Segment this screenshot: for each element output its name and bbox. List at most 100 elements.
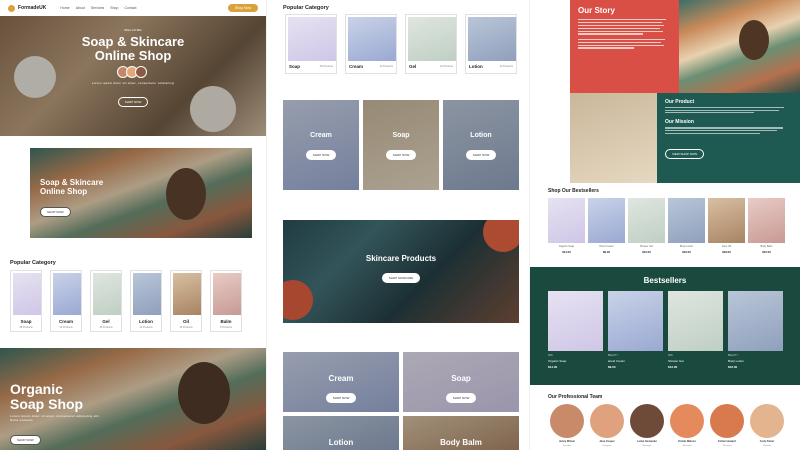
tile-label: Cream bbox=[328, 374, 354, 383]
team-member-role: Chemist bbox=[762, 445, 772, 447]
team-member-role: Founder bbox=[562, 445, 572, 447]
text-line bbox=[578, 30, 663, 32]
tile-label: Body Balm bbox=[440, 438, 482, 447]
balm-thumb bbox=[213, 273, 241, 315]
product-image bbox=[570, 93, 657, 183]
team-member-name: Cody Fisher bbox=[759, 440, 775, 443]
gel-thumb bbox=[408, 17, 456, 61]
logo-mark-icon bbox=[8, 4, 15, 12]
column-middle: Popular Category Soap 48 Products Cream … bbox=[266, 0, 530, 450]
category-count: 10 Products bbox=[99, 326, 113, 329]
text-line bbox=[578, 19, 667, 21]
category-count: 8 Products bbox=[220, 326, 232, 329]
product-price: $16.00 bbox=[728, 365, 738, 369]
story-image bbox=[679, 0, 800, 93]
category-card-oil[interactable]: Oil 15 Products bbox=[170, 270, 202, 332]
tile-shop-button[interactable]: SHOP NOW bbox=[305, 150, 337, 160]
avatar[interactable] bbox=[750, 404, 784, 438]
organic-shop-button[interactable]: SHOP NOW bbox=[10, 435, 41, 445]
avatar bbox=[134, 66, 147, 78]
bestseller-card[interactable]: Body Lotion $16.00 bbox=[668, 198, 705, 256]
product-price: $12.00 bbox=[668, 365, 678, 369]
team-member-name: Kristin Watson bbox=[678, 440, 696, 443]
nav-link-services[interactable]: Services bbox=[91, 6, 104, 10]
avatar[interactable] bbox=[590, 404, 624, 438]
our-product-panel: Our Product Our Mission VIEW SHOP NOW bbox=[657, 93, 800, 183]
product-price: $18.00 bbox=[722, 250, 731, 254]
category-card-soap[interactable]: Soap 48 Products bbox=[10, 270, 42, 332]
category-card-lotion[interactable]: Lotion 12 Products bbox=[465, 14, 517, 74]
text-line bbox=[578, 33, 644, 35]
bestseller-card[interactable]: Hand Cream $9.00 bbox=[588, 198, 625, 256]
nav-link-contact[interactable]: Contact bbox=[124, 6, 136, 10]
product-thumb bbox=[728, 291, 783, 351]
tile-label: Lotion bbox=[328, 438, 354, 447]
bestseller-card[interactable]: Body Balm $15.00 bbox=[748, 198, 785, 256]
bestseller-card[interactable]: SPA Shower Gel $12.00 bbox=[668, 291, 723, 375]
category-card-cream[interactable]: Cream 12 Products bbox=[50, 270, 82, 332]
brand-logo[interactable]: FormadeUK bbox=[8, 4, 46, 12]
category-label: Lotion bbox=[469, 64, 483, 69]
product-thumb bbox=[668, 291, 723, 351]
nav-link-shop[interactable]: Shop bbox=[110, 6, 118, 10]
team-member-role: Manager bbox=[642, 445, 652, 447]
column-left: FormadeUK Home About Services Shop Conta… bbox=[0, 0, 266, 450]
category-card-soap[interactable]: Soap 48 Products bbox=[285, 14, 337, 74]
text-line bbox=[665, 127, 784, 129]
cream-thumb bbox=[53, 273, 81, 315]
category-label: Cream bbox=[58, 319, 73, 324]
avatar[interactable] bbox=[630, 404, 664, 438]
tile-shop-button[interactable]: SHOP NOW bbox=[385, 150, 417, 160]
bestseller-card[interactable]: Shower Gel $12.00 bbox=[628, 198, 665, 256]
category-card-cream[interactable]: Cream 12 Products bbox=[345, 14, 397, 74]
product-thumb bbox=[628, 198, 665, 243]
nav-link-home[interactable]: Home bbox=[60, 6, 69, 10]
category-count: 12 Products bbox=[59, 326, 73, 329]
grapefruit-shape bbox=[283, 280, 313, 320]
category-label: Soap bbox=[20, 319, 32, 324]
gel-thumb bbox=[93, 273, 121, 315]
hero-shop-button[interactable]: SHOP NOW bbox=[117, 97, 149, 107]
category-label: Lotion bbox=[139, 319, 153, 324]
bestseller-card[interactable]: BEAUTY Hand Cream $9.00 bbox=[608, 291, 663, 375]
hero-eyebrow: WELCOME bbox=[124, 28, 142, 32]
category-card-gel[interactable]: Gel 10 Products bbox=[405, 14, 457, 74]
bestsellers-small-title: Shop Our Bestsellers bbox=[548, 188, 599, 194]
category-count: 12 Products bbox=[139, 326, 153, 329]
category-card-gel[interactable]: Gel 10 Products bbox=[90, 270, 122, 332]
avatar[interactable] bbox=[550, 404, 584, 438]
tile-shop-button[interactable]: SHOP NOW bbox=[445, 393, 477, 403]
soap-thumb bbox=[13, 273, 41, 315]
team-member-name: Jane Cooper bbox=[599, 440, 615, 443]
hero-avatars bbox=[40, 66, 226, 78]
bestseller-card[interactable]: BEAUTY Body Lotion $16.00 bbox=[728, 291, 783, 375]
product-category: SPA bbox=[668, 354, 673, 357]
product-thumb bbox=[668, 198, 705, 243]
shop-now-button[interactable]: Shop Now bbox=[227, 4, 258, 12]
banner-title-line1: Soap & Skincare bbox=[40, 178, 104, 187]
banner-shop-button[interactable]: SHOP NOW bbox=[40, 207, 71, 217]
tile-shop-button[interactable]: SHOP NOW bbox=[325, 393, 357, 403]
category-card-lotion[interactable]: Lotion 12 Products bbox=[130, 270, 162, 332]
pinecone-shape bbox=[178, 362, 230, 424]
category-label: Soap bbox=[289, 64, 301, 69]
tile-shop-button[interactable]: SHOP NOW bbox=[465, 150, 497, 160]
tile-label: Lotion bbox=[470, 132, 492, 139]
cream-thumb bbox=[348, 17, 396, 61]
product-thumb bbox=[588, 198, 625, 243]
hero-content: WELCOME Soap & Skincare Online Shop Lore… bbox=[40, 28, 226, 108]
product-thumb bbox=[548, 291, 603, 351]
bestseller-card[interactable]: Face Oil $18.00 bbox=[708, 198, 745, 256]
avatar[interactable] bbox=[710, 404, 744, 438]
skincare-shop-button[interactable]: SHOP SKINCARE bbox=[381, 273, 421, 283]
category-count: 15 Products bbox=[179, 326, 193, 329]
skincare-banner-title: Skincare Products bbox=[365, 254, 437, 263]
bestseller-card[interactable]: SPA Organic Soap $14.00 bbox=[548, 291, 603, 375]
bestseller-card[interactable]: Organic Soap $14.00 bbox=[548, 198, 585, 256]
nav-link-about[interactable]: About bbox=[76, 6, 85, 10]
category-card-balm[interactable]: Balm 8 Products bbox=[210, 270, 242, 332]
avatar[interactable] bbox=[670, 404, 704, 438]
text-line bbox=[578, 24, 665, 27]
text-line bbox=[578, 27, 660, 29]
view-shop-button[interactable]: VIEW SHOP NOW bbox=[665, 148, 705, 159]
